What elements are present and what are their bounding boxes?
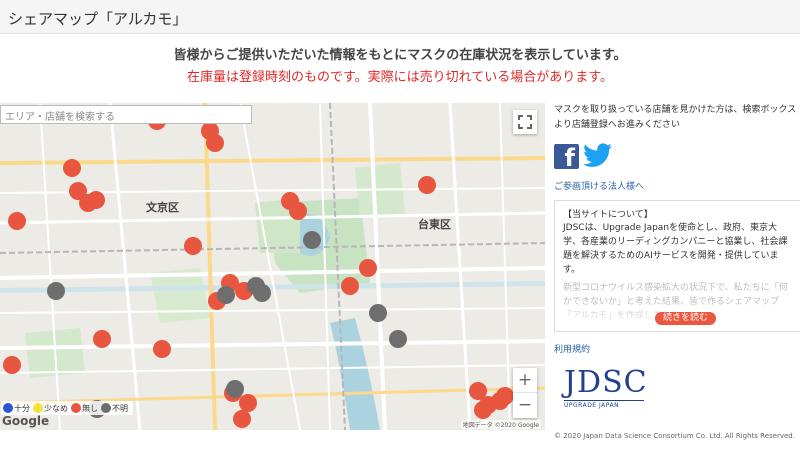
legend-dot-none <box>71 403 81 413</box>
intro-text: 皆様からご提供いただいた情報をもとにマスクの在庫状況を表示しています。 <box>173 48 627 63</box>
twitter-icon[interactable] <box>583 143 613 169</box>
map-view[interactable]: 文京区 台東区 エリア・店舗を検索する + − 十分 少なめ 無し 不明 Goo… <box>0 103 545 430</box>
legend-item: 少なめ <box>33 403 68 414</box>
header-bar: シェアマップ「アルカモ」 <box>0 0 800 34</box>
about-box: 【当サイトについて】 JDSCは、Upgrade Japanを使命とし、政府、東… <box>554 200 800 332</box>
legend-item: 十分 <box>3 403 30 414</box>
page-title: シェアマップ「アルカモ」 <box>8 10 188 28</box>
zoom-out-button[interactable]: − <box>513 393 537 418</box>
corporate-partner-link[interactable]: ご参画頂ける法人様へ <box>554 179 800 192</box>
stock-warning-text: 在庫量は登録時刻のものです。実際には売り切れている場合があります。 <box>186 70 613 85</box>
about-paragraph: JDSCは、Upgrade Japanを使命とし、政府、東京大学、各産業のリーデ… <box>563 223 788 275</box>
zoom-in-button[interactable]: + <box>513 368 537 393</box>
map-copyright: 地図データ ©2020 Google <box>460 420 541 429</box>
report-instructions: マスクを取り扱っている店舗を見かけた方は、検索ボックスより店舗登録へお進みくださ… <box>554 105 797 130</box>
social-links: f <box>554 143 800 170</box>
map-search-input[interactable]: エリア・店舗を検索する <box>0 105 252 124</box>
stock-legend: 十分 少なめ 無し 不明 <box>1 401 133 415</box>
fullscreen-icon <box>518 115 532 129</box>
jdsc-logo[interactable]: JDSC UPGRADE JAPAN <box>564 365 648 409</box>
terms-link[interactable]: 利用規約 <box>554 342 800 355</box>
google-logo: Google <box>2 414 50 428</box>
legend-dot-low <box>33 403 43 413</box>
about-heading: 【当サイトについて】 <box>563 210 653 220</box>
legend-dot-unknown <box>101 403 111 413</box>
map-tiles <box>0 103 545 430</box>
legend-item: 不明 <box>101 403 128 414</box>
fullscreen-button[interactable] <box>513 110 537 134</box>
legend-dot-enough <box>3 403 13 413</box>
jdsc-logo-subtitle: UPGRADE JAPAN <box>564 400 644 409</box>
zoom-control: + − <box>513 368 537 418</box>
legend-item: 無し <box>71 403 98 414</box>
read-more-button[interactable]: 続きを読む <box>655 312 717 325</box>
area-label-taito: 台東区 <box>418 218 451 231</box>
jdsc-logo-text: JDSC <box>564 365 648 400</box>
area-label-bunkyo: 文京区 <box>146 201 179 214</box>
footer-copyright: © 2020 Japan Data Science Consortium Co.… <box>554 432 795 440</box>
facebook-icon[interactable]: f <box>554 143 579 170</box>
sidebar: マスクを取り扱っている店舗を見かけた方は、検索ボックスより店舗登録へお進みくださ… <box>554 103 800 409</box>
